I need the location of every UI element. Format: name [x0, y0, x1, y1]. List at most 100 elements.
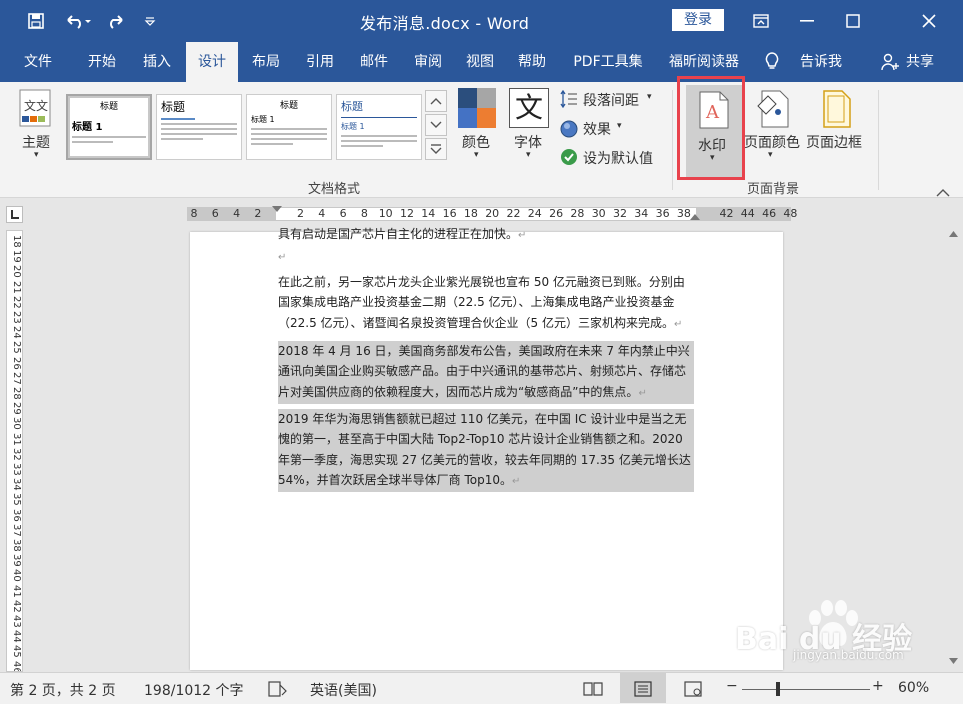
style-subtitle: 标题 1 [341, 122, 365, 131]
baidu-jingyan-watermark: Bai du 经验 jingyan.baidu.com [735, 600, 915, 668]
ruler-number: 4 [318, 207, 326, 220]
tab-layout[interactable]: 布局 [240, 42, 292, 82]
zoom-in-button[interactable]: + [872, 678, 884, 694]
vertical-ruler-number: 31 [11, 432, 22, 446]
style-subtitle: 标题 1 [72, 122, 103, 133]
right-indent-marker[interactable] [690, 214, 700, 220]
themes-icon[interactable]: 文文 [14, 88, 60, 128]
check-icon[interactable] [560, 148, 578, 166]
vertical-ruler-number: 40 [11, 569, 22, 583]
tab-tell-me[interactable]: 告诉我 [790, 42, 852, 82]
vertical-ruler-number: 41 [11, 584, 22, 598]
share-button[interactable]: 共享 [900, 42, 940, 82]
ruler-number: 42 [719, 207, 734, 220]
page-borders-icon[interactable] [822, 90, 852, 128]
ruler-number: 6 [339, 207, 347, 220]
style-gallery-item[interactable]: 标题 标题 1 [246, 94, 332, 160]
print-layout-icon[interactable] [620, 673, 666, 703]
gallery-more-icon[interactable] [425, 138, 447, 160]
language[interactable]: 英语(美国) [310, 680, 377, 700]
fonts-icon[interactable]: 文 [509, 88, 549, 128]
vertical-ruler-number: 21 [11, 280, 22, 294]
web-layout-icon[interactable] [684, 681, 702, 701]
vertical-ruler-number: 33 [11, 463, 22, 476]
redo-icon[interactable] [104, 0, 130, 42]
tab-view[interactable]: 视图 [454, 42, 506, 82]
tab-insert[interactable]: 插入 [130, 42, 184, 82]
tab-help[interactable]: 帮助 [506, 42, 558, 82]
ruler-number: 8 [360, 207, 368, 220]
read-mode-icon[interactable] [583, 681, 603, 701]
page-color-label[interactable]: 页面颜色 [744, 132, 800, 152]
vertical-ruler-number: 43 [11, 615, 22, 628]
tab-references[interactable]: 引用 [294, 42, 346, 82]
vertical-ruler-number: 32 [11, 447, 22, 461]
vertical-ruler-number: 30 [11, 417, 22, 431]
lightbulb-icon[interactable] [762, 42, 782, 82]
vertical-scrollbar[interactable] [944, 227, 963, 672]
maximize-icon[interactable] [830, 0, 876, 42]
customize-icon[interactable] [140, 0, 160, 42]
zoom-level[interactable]: 60% [898, 680, 929, 696]
word-count[interactable]: 198/1012 个字 [144, 680, 244, 700]
page-color-icon[interactable] [756, 90, 790, 128]
vertical-ruler-number: 26 [11, 356, 22, 370]
fonts-label[interactable]: 字体 [514, 132, 542, 152]
ruler-number: 48 [783, 207, 798, 220]
zoom-slider-thumb[interactable] [776, 682, 780, 696]
tab-design[interactable]: 设计 [186, 42, 238, 82]
vertical-ruler-number: 20 [11, 265, 22, 279]
tab-review[interactable]: 审阅 [402, 42, 454, 82]
gallery-up-icon[interactable] [425, 90, 447, 112]
style-gallery-item[interactable]: 标题 标题 1 [66, 94, 152, 160]
ribbon-display-options-icon[interactable] [738, 0, 784, 42]
style-subtitle: 标题 1 [251, 115, 275, 124]
vertical-ruler-number: 38 [11, 539, 22, 552]
save-icon[interactable] [22, 0, 50, 42]
effects-icon[interactable] [560, 120, 578, 138]
zoom-slider-track[interactable] [742, 689, 870, 690]
share-icon[interactable] [880, 42, 900, 82]
page-background-group-label: 页面背景 [747, 182, 800, 197]
colors-label[interactable]: 颜色 [462, 132, 490, 152]
colors-icon[interactable] [458, 88, 496, 128]
paragraph-spacing-icon[interactable] [560, 89, 578, 109]
style-gallery-item[interactable]: 标题 标题 1 [336, 94, 422, 160]
minimize-icon[interactable] [784, 0, 830, 42]
tab-home[interactable]: 开始 [74, 42, 130, 82]
proofing-icon[interactable] [268, 681, 288, 701]
tab-file[interactable]: 文件 [12, 42, 64, 82]
login-button[interactable]: 登录 [672, 9, 724, 31]
themes-dropdown-icon[interactable]: ▾ [34, 150, 39, 160]
left-indent-marker[interactable] [272, 206, 282, 212]
set-as-default-button[interactable]: 设为默认值 [583, 148, 653, 168]
ruler-number: 8 [190, 207, 198, 220]
horizontal-ruler[interactable]: 8 6 4 2 2 4 6 8 10 12 14 16 18 20 22 24 26 28 30 32 34 36 38 42… [187, 206, 797, 221]
page-borders-label[interactable]: 页面边框 [806, 132, 862, 152]
themes-label[interactable]: 主题 [22, 132, 50, 152]
paragraph-spacing-dropdown-icon[interactable]: ▾ [647, 92, 652, 102]
page-count[interactable]: 第 2 页，共 2 页 [10, 680, 116, 700]
tab-selector-icon[interactable] [6, 206, 23, 223]
undo-icon[interactable] [58, 0, 98, 42]
fonts-dropdown-icon[interactable]: ▾ [526, 150, 531, 160]
close-icon[interactable] [906, 0, 952, 42]
document-page[interactable]: 具有启动是国产芯片自主化的进程正在加快。↵ ↵ 在此之前，另一家芯片龙头企业紫光… [190, 227, 783, 670]
vertical-ruler-number: 19 [11, 250, 22, 263]
svg-text:文文: 文文 [24, 98, 48, 113]
page-color-dropdown-icon[interactable]: ▾ [768, 150, 773, 160]
vertical-ruler-number: 22 [11, 295, 22, 309]
paragraph-spacing-button[interactable]: 段落间距 [583, 90, 639, 110]
ruler-number: 46 [762, 207, 777, 220]
effects-button[interactable]: 效果 [583, 119, 611, 139]
baidu-jingyan-url: jingyan.baidu.com [793, 648, 904, 662]
collapse-ribbon-icon[interactable] [936, 182, 952, 197]
effects-dropdown-icon[interactable]: ▾ [617, 121, 622, 131]
zoom-out-button[interactable]: − [726, 678, 738, 694]
gallery-down-icon[interactable] [425, 114, 447, 136]
colors-dropdown-icon[interactable]: ▾ [474, 150, 479, 160]
tab-mailings[interactable]: 邮件 [348, 42, 400, 82]
vertical-ruler[interactable]: 18 19 20 21 22 23 24 25 26 27 28 29 30 31 32 33 34 35 36 37… [6, 230, 23, 672]
tab-pdf-tools[interactable]: PDF工具集 [562, 42, 654, 82]
style-gallery-item[interactable]: 标题 [156, 94, 242, 160]
